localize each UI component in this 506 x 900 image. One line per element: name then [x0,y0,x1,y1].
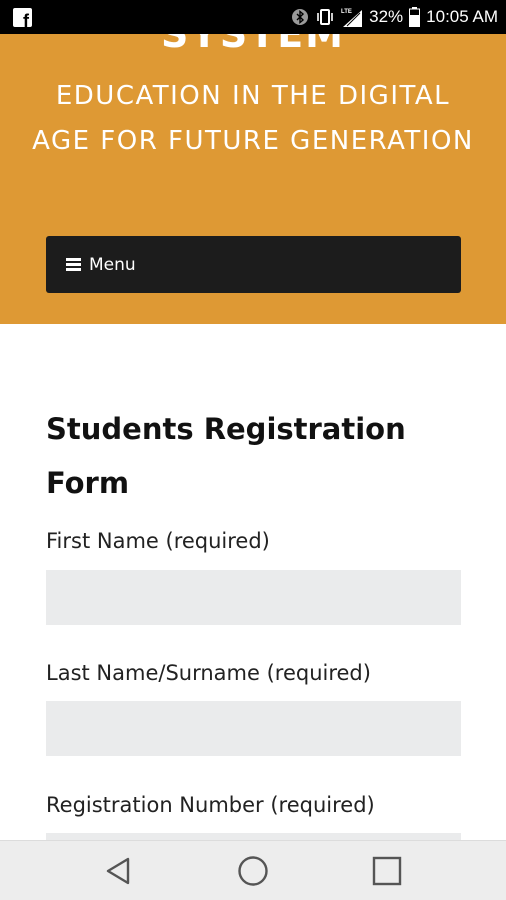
battery-icon [409,7,421,27]
status-icons: LTE 32% 10:05 AM [291,0,498,34]
hamburger-icon [66,258,81,271]
home-icon [238,856,268,886]
site-title[interactable]: SYSTEM [0,34,506,56]
recents-icon [372,856,402,886]
facebook-icon: f [13,8,32,30]
menu-label: Menu [89,254,136,275]
svg-text:LTE: LTE [341,9,352,15]
back-button[interactable] [97,849,141,893]
site-header: SYSTEM EDUCATION IN THE DIGITAL AGE FOR … [0,34,506,324]
bluetooth-icon [291,8,309,26]
clock: 10:05 AM [426,7,498,26]
status-bar: f LTE 32% 10:05 AM [0,0,506,34]
signal-lte-icon: LTE [341,6,363,28]
navigation-bar [0,840,506,900]
registration-number-input[interactable] [46,833,461,840]
last-name-input[interactable] [46,701,461,756]
first-name-label: First Name (required) [46,529,270,553]
menu-button[interactable]: Menu [46,236,461,293]
back-icon [106,857,130,885]
main-content: Students Registration Form First Name (r… [0,324,506,840]
vibrate-icon [315,7,335,27]
site-tagline: EDUCATION IN THE DIGITAL AGE FOR FUTURE … [32,81,474,156]
last-name-label: Last Name/Surname (required) [46,661,371,685]
form-title: Students Registration Form [46,412,406,500]
recents-button[interactable] [365,849,409,893]
registration-number-label: Registration Number (required) [46,793,375,817]
battery-percent: 32% [369,7,404,26]
first-name-input[interactable] [46,570,461,625]
home-button[interactable] [231,849,275,893]
